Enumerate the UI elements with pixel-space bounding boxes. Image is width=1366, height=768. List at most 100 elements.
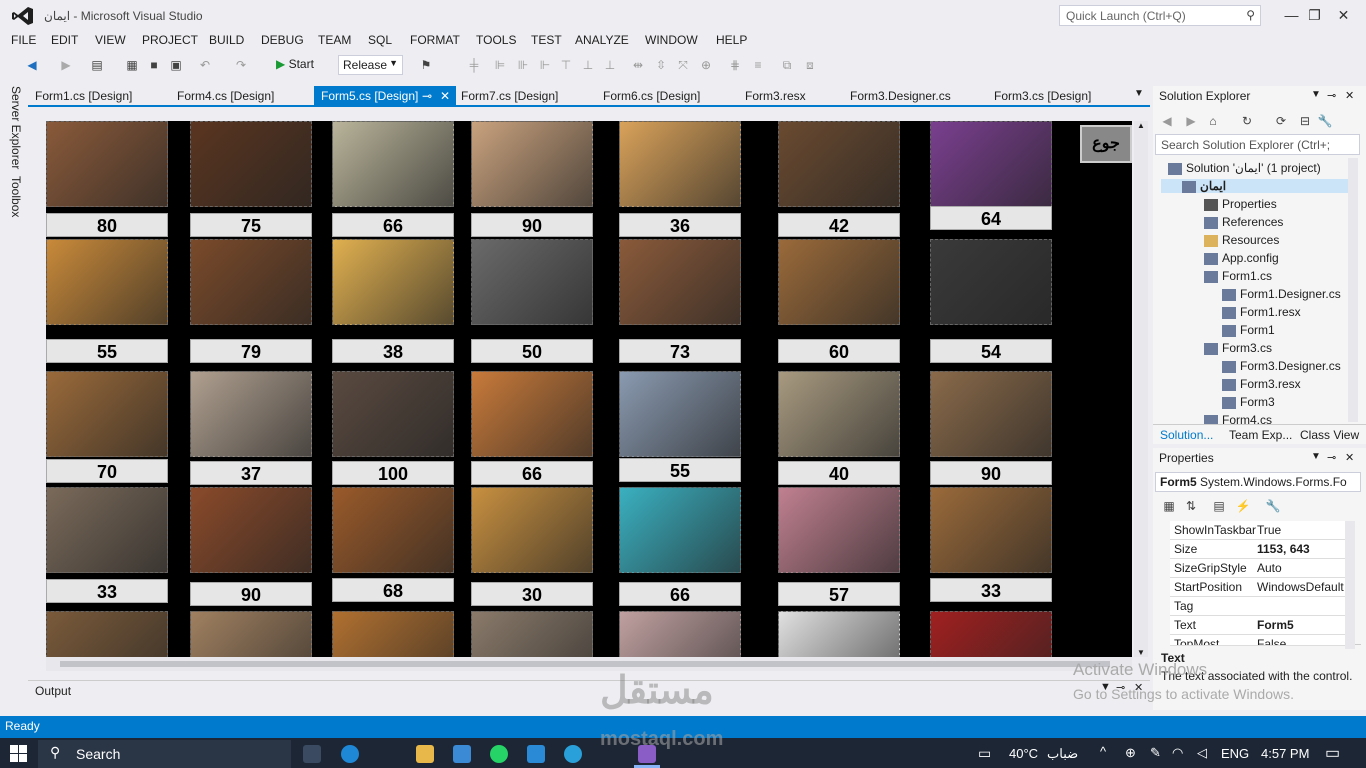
product-image[interactable] [778,371,900,457]
product-image[interactable] [778,487,900,573]
tab-form3-resx[interactable]: Form3.resx [738,86,843,106]
property-pages-icon[interactable]: 🔧 [1265,498,1281,514]
server-explorer-tab[interactable]: Server Explorer [9,86,23,169]
vscode-icon[interactable] [527,745,545,763]
tree-item[interactable]: References [1204,215,1283,229]
product-image[interactable] [46,121,168,207]
sync-icon[interactable]: ↻ [1239,113,1255,129]
product-image[interactable] [332,487,454,573]
menu-analyze[interactable]: ANALYZE [575,33,629,47]
tree-item[interactable]: Form1.resx [1222,305,1301,319]
product-image[interactable] [930,487,1052,573]
redo-icon[interactable]: ↷ [233,57,249,73]
scroll-thumb[interactable] [60,661,1110,667]
whatsapp-icon[interactable] [490,745,508,763]
menu-debug[interactable]: DEBUG [261,33,304,47]
tree-item[interactable]: Form1 [1222,323,1275,337]
tree-item[interactable]: Form3.cs [1204,341,1272,355]
collapse-all-icon[interactable]: ⊟ [1297,113,1313,129]
tab-form4-design[interactable]: Form4.cs [Design] [170,86,312,106]
tab-class-view[interactable]: Class View [1300,428,1359,442]
clock[interactable]: 4:57 PM [1261,746,1309,761]
telegram-icon[interactable] [564,745,582,763]
size-to-grid-icon[interactable]: ⊕ [698,57,714,73]
taskbar-search[interactable]: ⚲ Search [38,740,291,768]
refresh-icon[interactable]: ⟳ [1273,113,1289,129]
tree-item[interactable]: ايمان [1161,179,1348,193]
weather-desc[interactable]: ضباب [1047,746,1078,762]
menu-test[interactable]: TEST [531,33,562,47]
store-icon[interactable] [453,745,471,763]
close-button[interactable]: ✕ [1321,0,1366,31]
file-explorer-icon[interactable] [416,745,434,763]
same-height-icon[interactable]: ⇳ [653,57,669,73]
product-image[interactable] [471,239,593,325]
menu-team[interactable]: TEAM [318,33,351,47]
undo-icon[interactable]: ↶ [197,57,213,73]
product-image[interactable] [190,611,312,657]
product-image[interactable] [930,371,1052,457]
align-left-icon[interactable]: ⊫ [492,57,508,73]
weather-icon[interactable]: ▭ [978,745,991,762]
product-image[interactable] [332,371,454,457]
product-image[interactable] [190,487,312,573]
pen-icon[interactable]: ✎ [1150,745,1161,761]
tab-form6-design[interactable]: Form6.cs [Design] [596,86,738,106]
tree-item[interactable]: Properties [1204,197,1277,211]
props-scrollbar[interactable] [1345,521,1355,649]
menu-format[interactable]: FORMAT [410,33,460,47]
notification-icon[interactable]: ▭ [1325,743,1340,763]
object-selector[interactable]: Form5 System.Windows.Forms.Fo [1155,472,1361,492]
close-icon[interactable]: ✕ [1345,89,1354,102]
bring-front-icon[interactable]: ⧉ [779,57,795,73]
open-file-icon[interactable]: ▦ [124,57,140,73]
tree-item[interactable]: Form3.Designer.cs [1222,359,1341,373]
property-row[interactable]: StartPosition WindowsDefault [1170,578,1355,597]
tree-item[interactable]: App.config [1204,251,1279,265]
menu-build[interactable]: BUILD [209,33,244,47]
send-back-icon[interactable]: ⧈ [802,57,818,73]
product-image[interactable] [778,611,900,657]
product-image[interactable] [332,121,454,207]
tree-item[interactable]: Form3 [1222,395,1275,409]
tab-solution[interactable]: Solution... [1160,428,1213,442]
menu-window[interactable]: WINDOW [645,33,698,47]
menu-view[interactable]: VIEW [95,33,126,47]
property-row[interactable]: TopMost False [1170,635,1355,646]
product-image[interactable] [619,239,741,325]
product-image[interactable] [619,611,741,657]
chevron-up-icon[interactable]: ^ [1100,744,1106,759]
tab-form3-designer[interactable]: Form3.Designer.cs [843,86,987,106]
tree-item[interactable]: Form3.resx [1222,377,1301,391]
menu-project[interactable]: PROJECT [142,33,198,47]
menu-sql[interactable]: SQL [368,33,392,47]
back-icon[interactable]: ◀ [24,57,40,73]
same-width-icon[interactable]: ⇹ [630,57,646,73]
vertical-spacing-icon[interactable]: ≡ [750,57,766,73]
property-row[interactable]: Tag [1170,597,1355,616]
product-image[interactable] [930,239,1052,325]
windows-start-icon[interactable] [10,745,27,762]
start-button[interactable]: ▶ Start [276,57,314,71]
tab-form7-design[interactable]: Form7.cs [Design] [454,86,596,106]
form5-canvas[interactable]: 80 75 66 90 36 42 64 55 79 38 50 73 60 54 70 37 100 66 55 4… [46,121,1132,657]
product-image[interactable] [46,371,168,457]
scroll-up-icon[interactable]: ▲ [1137,121,1145,130]
alphabetical-icon[interactable]: ⇅ [1183,498,1199,514]
save-all-icon[interactable]: ▣ [168,57,184,73]
property-row[interactable]: Text Form5 [1170,616,1355,635]
output-label[interactable]: Output [35,684,71,698]
same-size-icon[interactable]: ⤧ [675,57,691,73]
product-image[interactable] [778,239,900,325]
product-image[interactable] [471,611,593,657]
product-image[interactable] [471,121,593,207]
product-image[interactable] [46,487,168,573]
product-image[interactable] [619,371,741,457]
menu-edit[interactable]: EDIT [51,33,78,47]
product-image[interactable] [471,487,593,573]
toolbox-tab[interactable]: Toolbox [9,176,23,217]
product-image[interactable] [190,371,312,457]
corner-button[interactable]: جوع [1080,125,1132,163]
product-image[interactable] [778,121,900,207]
dropdown-icon[interactable]: ▼ [1311,451,1321,462]
